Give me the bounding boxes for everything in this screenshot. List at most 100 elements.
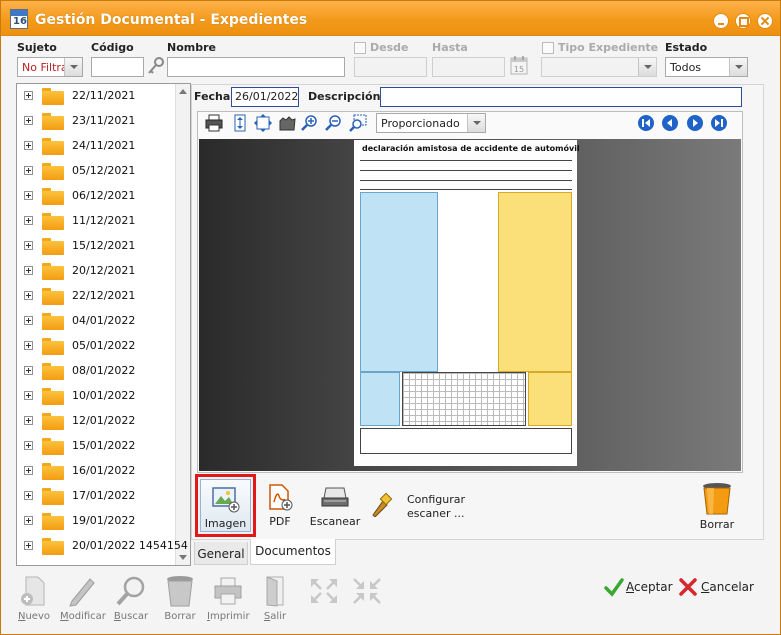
sujeto-select[interactable]: No Filtrar [17,57,83,77]
expand-plus-icon[interactable] [24,491,33,500]
next-page-icon[interactable] [686,114,704,132]
borrar-documento-label: Borrar [699,518,735,531]
expand-plus-icon[interactable] [24,266,33,275]
tree-item[interactable]: 12/01/2022 [17,409,177,434]
folder-icon [42,413,64,430]
tree-scrollbar[interactable] [175,84,190,565]
desde-input[interactable] [354,57,427,77]
configurar-escaner-button[interactable]: Configurar escaner ... [369,487,465,521]
zoom-mode-select[interactable]: Proporcionado [376,113,486,133]
document-canvas[interactable]: declaración amistosa de accidente de aut… [199,139,741,471]
expand-plus-icon[interactable] [24,91,33,100]
pdf-button[interactable]: PDF [263,484,297,530]
nombre-input[interactable] [167,57,345,77]
circumstances-section [442,192,494,372]
tree-item[interactable]: 22/12/2021 [17,284,177,309]
buscar-button[interactable]: Buscar [111,575,151,625]
expand-plus-icon[interactable] [24,391,33,400]
date-tree[interactable]: 22/11/2021 23/11/2021 24/11/2021 05/12/2021… [16,83,191,566]
expand-plus-icon[interactable] [24,241,33,250]
last-page-icon[interactable] [710,114,728,132]
expand-plus-icon[interactable] [24,191,33,200]
tree-item[interactable]: 04/01/2022 [17,309,177,334]
borrar-button[interactable]: Borrar [161,575,199,625]
tree-item[interactable]: 16/01/2022 [17,459,177,484]
nuevo-button[interactable]: Nuevo [15,575,53,625]
expand-plus-icon[interactable] [24,516,33,525]
minimize-icon[interactable] [713,13,729,29]
fecha-input[interactable]: 26/01/2022 [231,87,299,107]
pan-hand-icon[interactable] [277,114,297,132]
scroll-down-icon[interactable] [179,555,187,560]
borrar-documento-button[interactable]: Borrar [695,481,739,531]
desde-checkbox[interactable] [354,42,366,54]
previous-page-icon[interactable] [661,114,679,132]
tree-item[interactable]: 24/11/2021 [17,134,177,159]
expand-plus-icon[interactable] [24,116,33,125]
expand-icon[interactable] [309,577,339,605]
chevron-down-icon[interactable] [64,58,82,76]
tree-item[interactable]: 15/12/2021 [17,234,177,259]
tab-documentos[interactable]: Documentos [250,539,336,565]
estado-select[interactable]: Todos [665,57,748,77]
zoom-out-icon[interactable] [324,114,344,132]
descripcion-input[interactable] [380,87,742,107]
chevron-down-icon[interactable] [729,58,747,76]
imagen-label: Imagen [204,517,247,530]
tab-general[interactable]: General [194,542,248,565]
tipo-expediente-select[interactable] [541,57,657,77]
tree-item[interactable]: 20/01/2022 1454154 [17,534,188,559]
expand-plus-icon[interactable] [24,291,33,300]
expand-plus-icon[interactable] [24,316,33,325]
fit-height-icon[interactable] [230,114,250,132]
tree-item[interactable]: 05/01/2022 [17,334,177,359]
title-bar[interactable]: 16 Gestión Documental - Expedientes [1,1,780,36]
salir-button[interactable]: Salir [257,575,293,625]
sujeto-label: Sujeto [17,41,57,54]
calendar-icon[interactable]: 15 [510,55,528,75]
hasta-input[interactable] [432,57,505,77]
tree-item[interactable]: 23/11/2021 [17,109,177,134]
modificar-button[interactable]: Modificar [60,575,106,625]
print-icon[interactable] [204,114,224,132]
chevron-down-icon[interactable] [467,114,485,132]
imprimir-button[interactable]: Imprimir [207,575,250,625]
tree-item[interactable]: 22/11/2021 [17,84,177,109]
tree-item[interactable]: 08/01/2022 [17,359,177,384]
tree-item[interactable]: 15/01/2022 [17,434,177,459]
tree-item[interactable]: 11/12/2021 [17,209,177,234]
collapse-icon[interactable] [352,577,382,605]
scroll-up-icon[interactable] [179,89,187,94]
codigo-input[interactable] [91,57,144,77]
expand-plus-icon[interactable] [24,466,33,475]
tree-item[interactable]: 10/01/2022 [17,384,177,409]
tree-item[interactable]: 20/12/2021 [17,259,177,284]
tree-item[interactable]: 06/12/2021 [17,184,177,209]
close-icon[interactable] [757,13,773,29]
fit-page-icon[interactable] [253,114,273,132]
expand-plus-icon[interactable] [24,216,33,225]
expand-plus-icon[interactable] [24,141,33,150]
escanear-label: Escanear [309,515,361,528]
maximize-icon[interactable] [735,13,751,29]
expand-plus-icon[interactable] [24,341,33,350]
escanear-button[interactable]: Escanear [309,484,361,530]
cancelar-button[interactable]: Cancelar [678,577,754,597]
expand-plus-icon[interactable] [24,541,33,550]
chevron-down-icon[interactable] [638,58,656,76]
expand-plus-icon[interactable] [24,441,33,450]
first-page-icon[interactable] [637,114,655,132]
expand-plus-icon[interactable] [24,416,33,425]
tree-item[interactable]: 05/12/2021 [17,159,177,184]
expand-plus-icon[interactable] [24,366,33,375]
tree-item[interactable]: 17/01/2022 [17,484,177,509]
buscar-label: uscar [120,611,149,622]
expand-plus-icon[interactable] [24,166,33,175]
imagen-button[interactable]: Imagen [195,474,256,537]
key-icon[interactable] [147,57,165,75]
zoom-in-icon[interactable] [300,114,320,132]
tipo-expediente-checkbox[interactable] [542,42,554,54]
aceptar-button[interactable]: Aceptar [604,577,673,597]
tree-item[interactable]: 19/01/2022 [17,509,177,534]
zoom-area-icon[interactable] [348,114,368,132]
